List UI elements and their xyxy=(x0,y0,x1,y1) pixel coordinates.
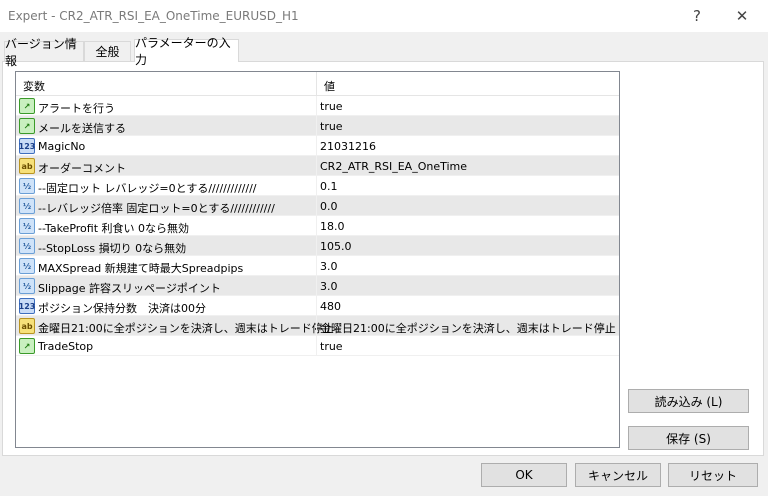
parameter-value[interactable]: 0.0 xyxy=(320,200,338,213)
dbl-type-icon: ½ xyxy=(19,238,35,254)
parameter-name: --レバレッジ倍率 固定ロット=0とする//////////// xyxy=(38,202,275,215)
parameter-name: アラートを行う xyxy=(38,102,115,115)
column-header-variable[interactable]: 変数 xyxy=(23,78,45,94)
dbl-type-icon: ½ xyxy=(19,278,35,294)
parameter-value[interactable]: CR2_ATR_RSI_EA_OneTime xyxy=(320,160,467,173)
bool-type-icon: ↗ xyxy=(19,118,35,134)
table-row[interactable]: ↗ アラートを行う true xyxy=(16,96,619,116)
parameter-name: --TakeProfit 利食い 0なら無効 xyxy=(38,222,189,235)
table-row[interactable]: ½ Slippage 許容スリッページポイント 3.0 xyxy=(16,276,619,296)
parameter-name: 金曜日21:00に全ポジションを決済し、週末はトレード停止 xyxy=(38,322,334,335)
dbl-type-icon: ½ xyxy=(19,258,35,274)
dbl-type-icon: ½ xyxy=(19,198,35,214)
dbl-type-icon: ½ xyxy=(19,178,35,194)
parameter-value[interactable]: 21031216 xyxy=(320,140,376,153)
parameter-name: Slippage 許容スリッページポイント xyxy=(38,282,221,295)
table-row[interactable]: ½ --StopLoss 損切り 0なら無効 105.0 xyxy=(16,236,619,256)
parameter-value[interactable]: true xyxy=(320,340,343,353)
column-divider xyxy=(316,216,317,236)
column-divider xyxy=(316,136,317,156)
table-row[interactable]: ½ --TakeProfit 利食い 0なら無効 18.0 xyxy=(16,216,619,236)
grid-header: 変数 値 xyxy=(16,72,619,96)
table-row[interactable]: ½ --レバレッジ倍率 固定ロット=0とする//////////// 0.0 xyxy=(16,196,619,216)
bool-type-icon: ↗ xyxy=(19,98,35,114)
bool-type-icon: ↗ xyxy=(19,338,35,354)
column-divider xyxy=(316,176,317,196)
parameter-value[interactable]: 3.0 xyxy=(320,280,338,293)
parameter-value[interactable]: 18.0 xyxy=(320,220,345,233)
parameter-value[interactable]: 金曜日21:00に全ポジションを決済し、週末はトレード停止 xyxy=(320,320,616,336)
close-button[interactable]: ✕ xyxy=(727,4,757,28)
table-row[interactable]: ↗ TradeStop true xyxy=(16,336,619,356)
parameter-name: --StopLoss 損切り 0なら無効 xyxy=(38,242,187,255)
column-divider xyxy=(316,196,317,216)
parameter-value[interactable]: 480 xyxy=(320,300,341,313)
title-bar: Expert - CR2_ATR_RSI_EA_OneTime_EURUSD_H… xyxy=(0,0,768,32)
table-row[interactable]: ↗ メールを送信する true xyxy=(16,116,619,136)
cancel-button[interactable]: キャンセル xyxy=(575,463,661,487)
parameter-value[interactable]: 3.0 xyxy=(320,260,338,273)
int-type-icon: 123 xyxy=(19,298,35,314)
save-button[interactable]: 保存 (S) xyxy=(628,426,749,450)
parameter-value[interactable]: true xyxy=(320,100,343,113)
parameter-value[interactable]: true xyxy=(320,120,343,133)
column-divider xyxy=(316,296,317,316)
parameter-name: MAXSpread 新規建て時最大Spreadpips xyxy=(38,262,244,275)
reset-button[interactable]: リセット xyxy=(668,463,758,487)
parameter-value[interactable]: 105.0 xyxy=(320,240,352,253)
load-button[interactable]: 読み込み (L) xyxy=(628,389,749,413)
table-row[interactable]: 123 ポジション保持分数 決済は00分 480 xyxy=(16,296,619,316)
column-divider xyxy=(316,316,317,336)
column-divider xyxy=(316,256,317,276)
parameter-name: メールを送信する xyxy=(38,122,126,135)
tab-general[interactable]: 全般 xyxy=(84,41,131,61)
window-title: Expert - CR2_ATR_RSI_EA_OneTime_EURUSD_H… xyxy=(8,9,299,23)
str-type-icon: ab xyxy=(19,158,35,174)
tab-parameters[interactable]: パラメーターの入力 xyxy=(134,36,239,67)
column-divider xyxy=(316,156,317,176)
parameter-name: --固定ロット レバレッジ=0とする///////////// xyxy=(38,182,257,195)
column-divider xyxy=(316,96,317,116)
ok-button[interactable]: OK xyxy=(481,463,567,487)
column-divider xyxy=(316,336,317,356)
table-row[interactable]: ½ MAXSpread 新規建て時最大Spreadpips 3.0 xyxy=(16,256,619,276)
table-row[interactable]: ab 金曜日21:00に全ポジションを決済し、週末はトレード停止 金曜日21:00に… xyxy=(16,316,619,336)
column-header-value[interactable]: 値 xyxy=(324,78,335,94)
parameter-value[interactable]: 0.1 xyxy=(320,180,338,193)
parameter-name: MagicNo xyxy=(38,140,86,153)
column-divider xyxy=(316,236,317,256)
column-divider xyxy=(316,72,317,96)
column-divider xyxy=(316,276,317,296)
dbl-type-icon: ½ xyxy=(19,218,35,234)
tab-version-info[interactable]: バージョン情報 xyxy=(4,37,84,68)
table-row[interactable]: 123 MagicNo 21031216 xyxy=(16,136,619,156)
parameter-grid: 変数 値 ↗ アラートを行う true ↗ メールを送信する true 123 MagicNo… xyxy=(15,71,620,448)
column-divider xyxy=(316,116,317,136)
table-row[interactable]: ½ --固定ロット レバレッジ=0とする///////////// 0.1 xyxy=(16,176,619,196)
table-row[interactable]: ab オーダーコメント CR2_ATR_RSI_EA_OneTime xyxy=(16,156,619,176)
parameter-name: TradeStop xyxy=(38,340,94,353)
str-type-icon: ab xyxy=(19,318,35,334)
help-button[interactable]: ? xyxy=(682,4,712,28)
parameter-name: オーダーコメント xyxy=(38,162,126,175)
parameter-name: ポジション保持分数 決済は00分 xyxy=(38,302,206,315)
int-type-icon: 123 xyxy=(19,138,35,154)
